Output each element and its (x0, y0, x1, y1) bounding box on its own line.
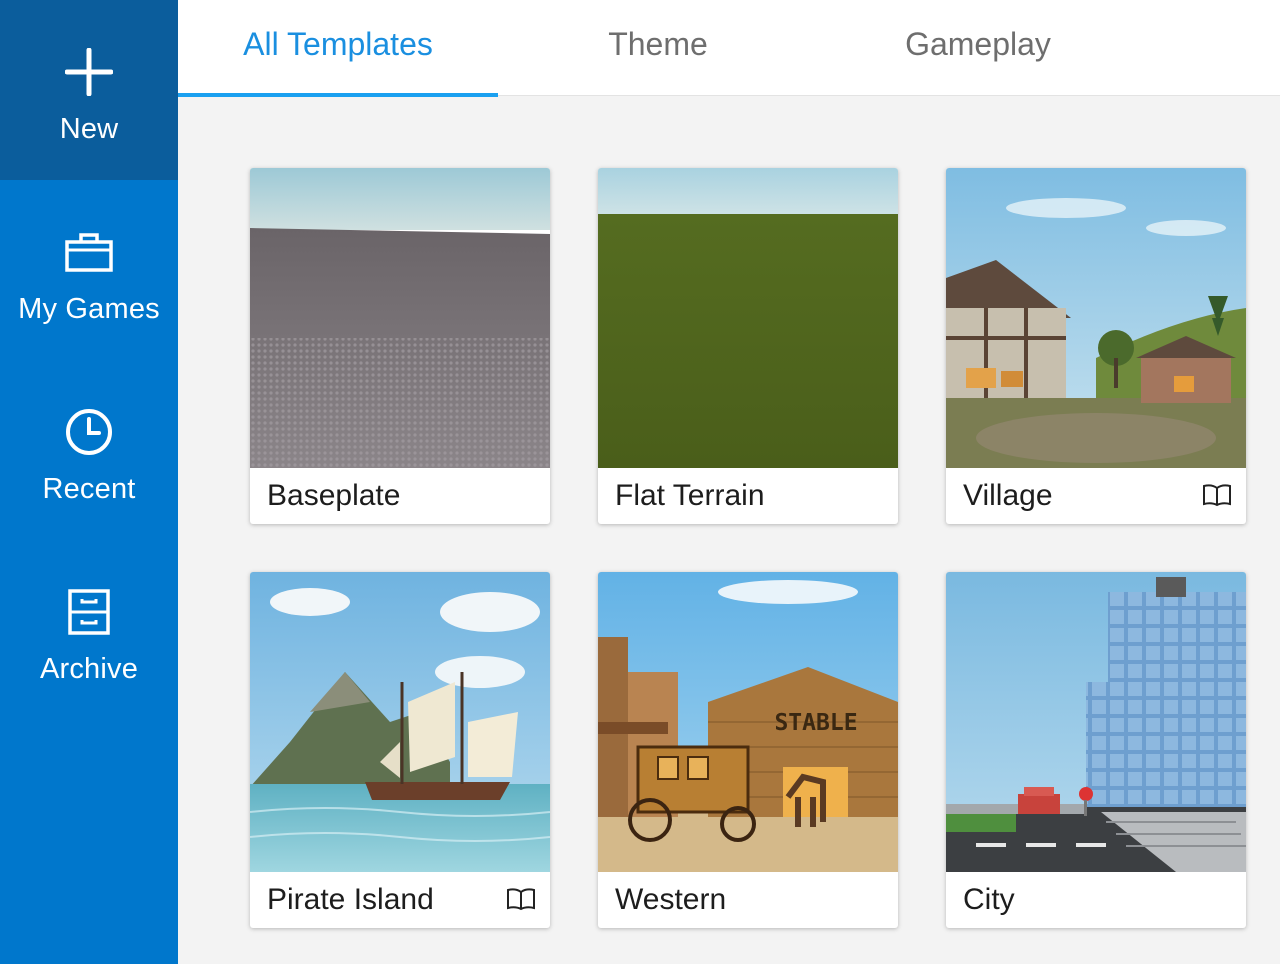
book-icon (1203, 484, 1231, 507)
sidebar-item-new[interactable]: New (0, 0, 178, 180)
sidebar-item-label: Archive (39, 653, 139, 685)
template-thumbnail (946, 572, 1246, 872)
template-card-city[interactable]: City (946, 572, 1246, 928)
template-card-flat-terrain[interactable]: Flat Terrain (598, 168, 898, 524)
template-name: City (963, 883, 1015, 916)
sidebar-item-label: My Games (18, 293, 160, 325)
template-name: Pirate Island (267, 883, 434, 916)
template-name: Village (963, 479, 1053, 512)
template-name: Western (615, 883, 727, 916)
template-thumbnail (598, 168, 898, 468)
template-card-baseplate[interactable]: Baseplate (250, 168, 550, 524)
archive-icon (65, 588, 113, 636)
template-card-western[interactable]: STABLE Western (598, 572, 898, 928)
template-card-pirate-island[interactable]: Pirate Island (250, 572, 550, 928)
sidebar: New My Games Recent Archive (0, 0, 178, 964)
sidebar-item-label: Recent (42, 473, 136, 505)
tab-theme[interactable]: Theme (498, 0, 818, 96)
template-thumbnail (250, 168, 550, 468)
template-thumbnail (250, 572, 550, 872)
briefcase-icon (65, 228, 113, 276)
template-card-village[interactable]: Village (946, 168, 1246, 524)
clock-icon (65, 408, 113, 456)
tab-gameplay[interactable]: Gameplay (818, 0, 1138, 96)
template-name: Baseplate (267, 479, 401, 512)
sidebar-item-my-games[interactable]: My Games (0, 180, 178, 360)
sidebar-item-archive[interactable]: Archive (0, 540, 178, 720)
sidebar-item-recent[interactable]: Recent (0, 360, 178, 540)
template-thumbnail (946, 168, 1246, 468)
template-name: Flat Terrain (615, 479, 765, 512)
tab-bar: All Templates Theme Gameplay (178, 0, 1280, 97)
plus-icon (65, 48, 113, 96)
template-thumbnail: STABLE (598, 572, 898, 872)
sidebar-item-label: New (59, 113, 119, 145)
tab-all-templates[interactable]: All Templates (178, 0, 498, 97)
stable-sign: STABLE (774, 710, 857, 736)
book-icon (507, 888, 535, 911)
